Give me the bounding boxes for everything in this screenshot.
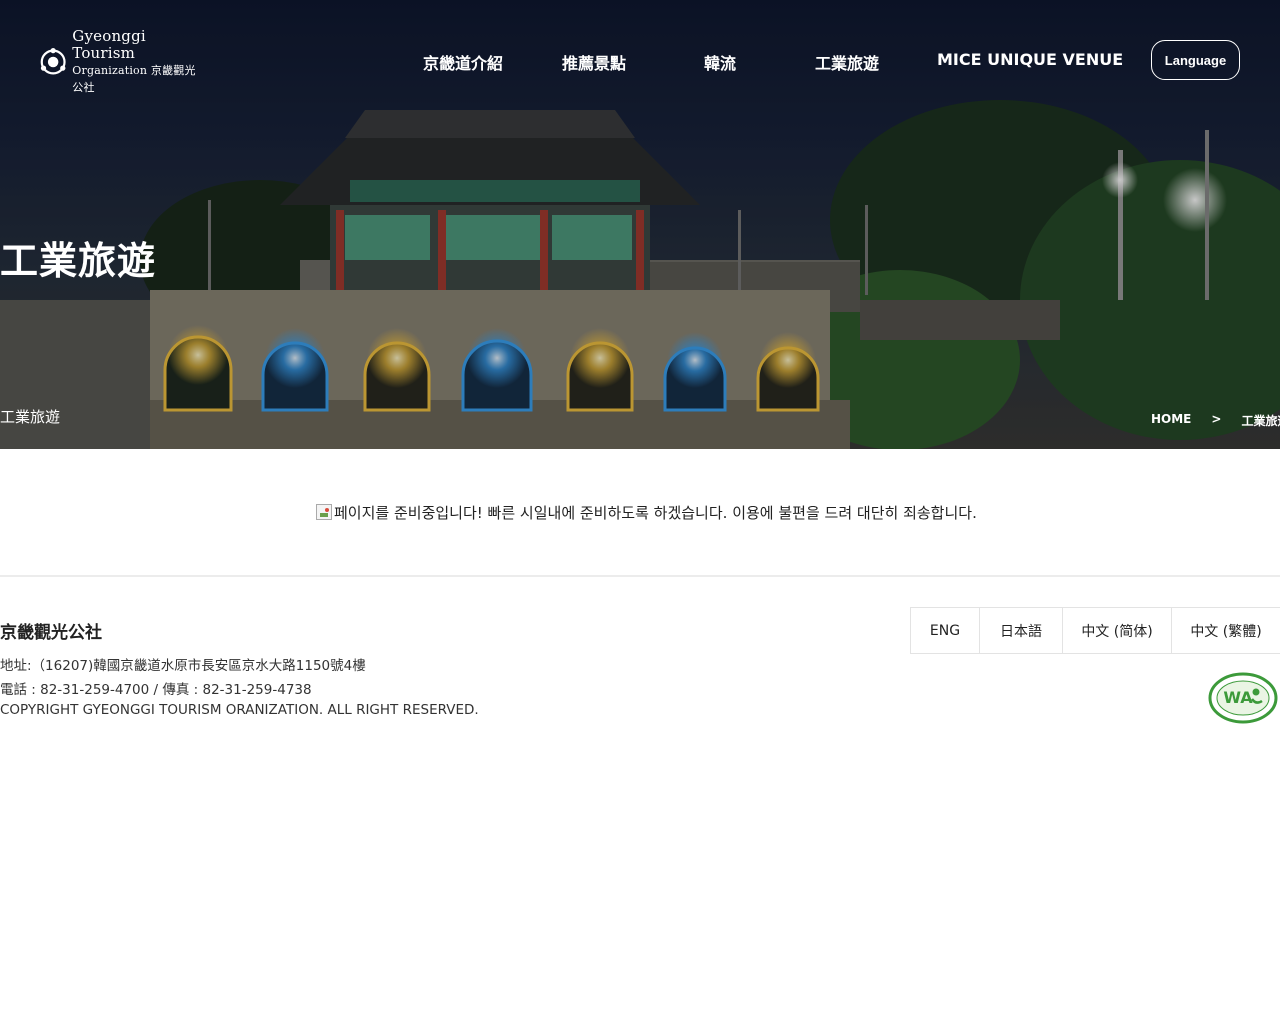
nav-korean-wave[interactable]: 韓流 <box>704 50 736 74</box>
lang-eng[interactable]: ENG <box>911 608 980 653</box>
badge-text: WA <box>1223 688 1253 707</box>
notice-text: 페이지를 준비중입니다! 빠른 시일내에 준비하도록 하겠습니다. 이용에 불편… <box>334 503 977 522</box>
footer-language-tabs: ENG 日本語 中文 (简体) 中文 (繁體) <box>910 607 1280 654</box>
footer-phone: 電話 : 82-31-259-4700 / 傳真 : 82-31-259-473… <box>0 682 312 698</box>
lang-chinese-traditional[interactable]: 中文 (繁體) <box>1172 608 1280 653</box>
language-button[interactable]: Language <box>1151 40 1240 80</box>
page-title: 工業旅遊 <box>0 239 157 283</box>
page-subtitle: 工業旅遊 <box>0 408 61 426</box>
footer-divider <box>0 575 1280 577</box>
nav-recommended-spots[interactable]: 推薦景點 <box>562 50 626 74</box>
logo-line-2: Organization 京畿觀光公社 <box>72 64 196 94</box>
breadcrumb-separator: > <box>1211 412 1222 426</box>
footer-org-name: 京畿觀光公社 <box>0 623 102 643</box>
logo-emblem-icon <box>40 47 66 75</box>
breadcrumb: HOME > 工業旅遊 <box>1151 412 1280 429</box>
preparing-notice: 페이지를 준비중입니다! 빠른 시일내에 준비하도록 하겠습니다. 이용에 불편… <box>316 500 977 524</box>
lang-chinese-simplified[interactable]: 中文 (简体) <box>1063 608 1172 653</box>
main-nav: 京畿道介紹 推薦景點 韓流 工業旅遊 MICE UNIQUE VENUE <box>400 50 1123 76</box>
logo-line-1: Gyeonggi Tourism <box>72 27 146 62</box>
nav-industrial-tour[interactable]: 工業旅遊 <box>815 50 879 74</box>
web-accessibility-badge[interactable]: WA <box>1208 672 1278 724</box>
lang-japanese[interactable]: 日本語 <box>980 608 1063 653</box>
broken-image-icon <box>316 504 332 520</box>
site-logo[interactable]: Gyeonggi Tourism Organization 京畿觀光公社 <box>40 28 200 94</box>
breadcrumb-home[interactable]: HOME <box>1151 412 1191 429</box>
nav-mice-unique-venue[interactable]: MICE UNIQUE VENUE <box>937 50 1123 69</box>
nav-gyeonggi-intro[interactable]: 京畿道介紹 <box>423 50 503 74</box>
breadcrumb-current: 工業旅遊 <box>1241 414 1280 428</box>
footer-address: 地址:（16207)韓國京畿道水原市長安區京水大路1150號4樓 <box>0 658 366 674</box>
footer-copyright: COPYRIGHT GYEONGGI TOURISM ORANIZATION. … <box>0 702 479 718</box>
